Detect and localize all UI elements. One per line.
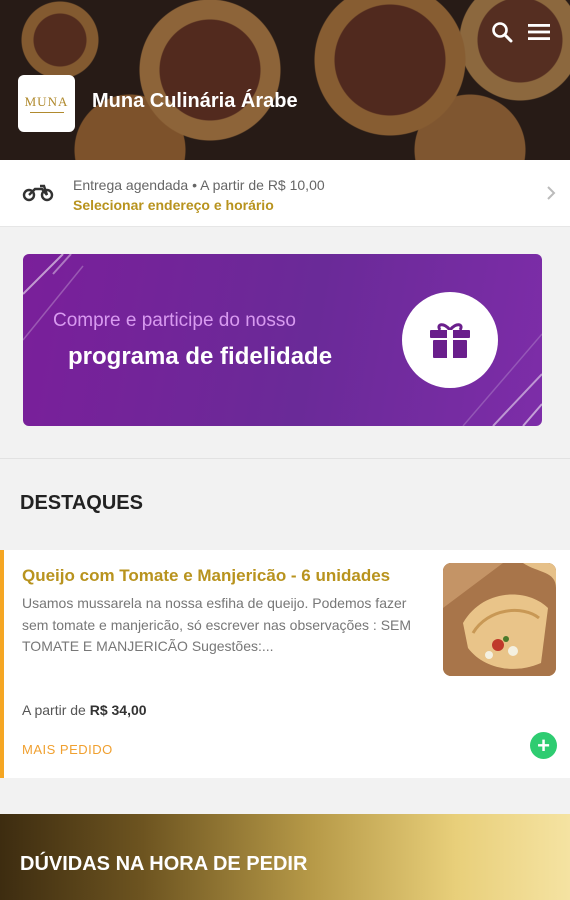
logo-underline [29,112,64,113]
chevron-right-icon[interactable] [544,184,558,202]
menu-icon[interactable] [527,20,551,44]
plus-icon: + [537,733,550,758]
section-divider [0,458,570,459]
store-logo: MUNA [18,75,75,132]
store-name: Muna Culinária Árabe [92,90,298,112]
search-icon[interactable] [490,20,514,44]
store-header [0,0,570,160]
price-prefix: A partir de [22,702,86,718]
product-name[interactable]: Queijo com Tomate e Manjericão - 6 unida… [22,566,432,586]
loyalty-banner-line1: Compre e participe do nosso [53,310,296,331]
gift-badge [402,292,498,388]
esfiha-illustration [443,563,556,676]
delivery-bar[interactable] [0,160,570,227]
highlights-title: DESTAQUES [20,492,143,514]
faq-title: DÚVIDAS NA HORA DE PEDIR [20,853,308,875]
product-price-row: A partir de R$ 34,00 [22,702,147,718]
most-ordered-badge: MAIS PEDIDO [22,742,113,757]
logo-text: MUNA [24,94,69,109]
product-price: R$ 34,00 [89,702,147,718]
add-to-cart-button[interactable]: + [530,732,557,759]
loyalty-banner-line2: programa de fidelidade [68,343,333,370]
product-description: Usamos mussarela na nossa esfiha de quei… [22,595,412,654]
motorcycle-icon [22,184,54,202]
select-address-link[interactable]: Selecionar endereço e horário [73,197,274,213]
gift-icon [430,323,470,358]
delivery-info: Entrega agendada • A partir de R$ 10,00 [73,177,325,193]
product-image[interactable] [443,563,556,676]
